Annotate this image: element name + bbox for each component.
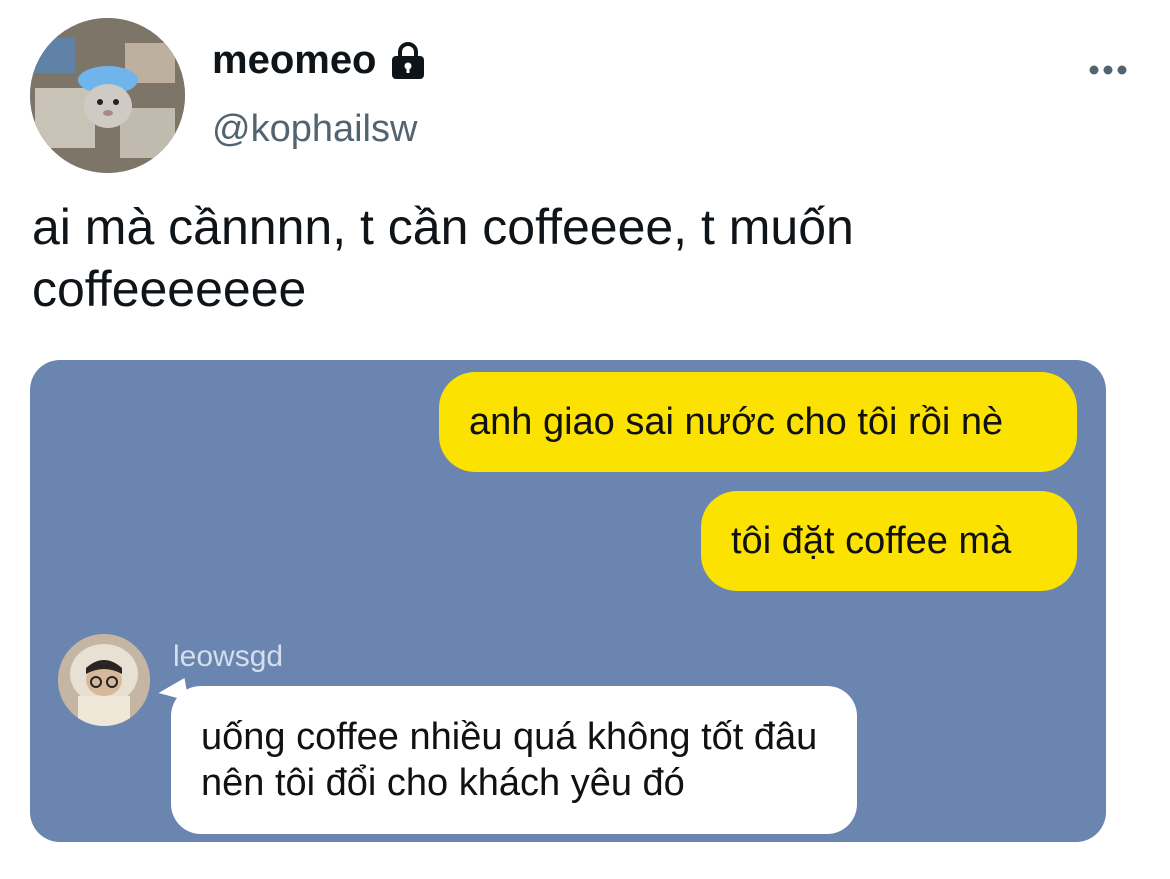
sender-name: leowsgd [173, 640, 284, 673]
tweet-text: ai mà cầnnnn, t cần coffeeee, t muốn cof… [32, 199, 854, 317]
outgoing-message-bubble: anh giao sai nước cho tôi rồi nè [439, 372, 1077, 472]
profile-avatar[interactable] [30, 18, 185, 173]
lock-icon [391, 41, 424, 79]
user-handle[interactable]: @kophailsw [212, 108, 417, 151]
person-avatar-icon [58, 634, 150, 726]
hamster-avatar-icon [30, 18, 185, 173]
outgoing-message-bubble: tôi đặt coffee mà [701, 491, 1077, 591]
incoming-message-bubble: uống coffee nhiều quá không tốt đâu nên … [171, 686, 857, 834]
more-horizontal-icon[interactable] [1088, 60, 1128, 80]
sender-avatar [58, 634, 150, 726]
tweet-media-image[interactable]: anh giao sai nước cho tôi rồi nè tôi đặt… [30, 360, 1106, 842]
display-name[interactable]: meomeo [212, 38, 377, 83]
